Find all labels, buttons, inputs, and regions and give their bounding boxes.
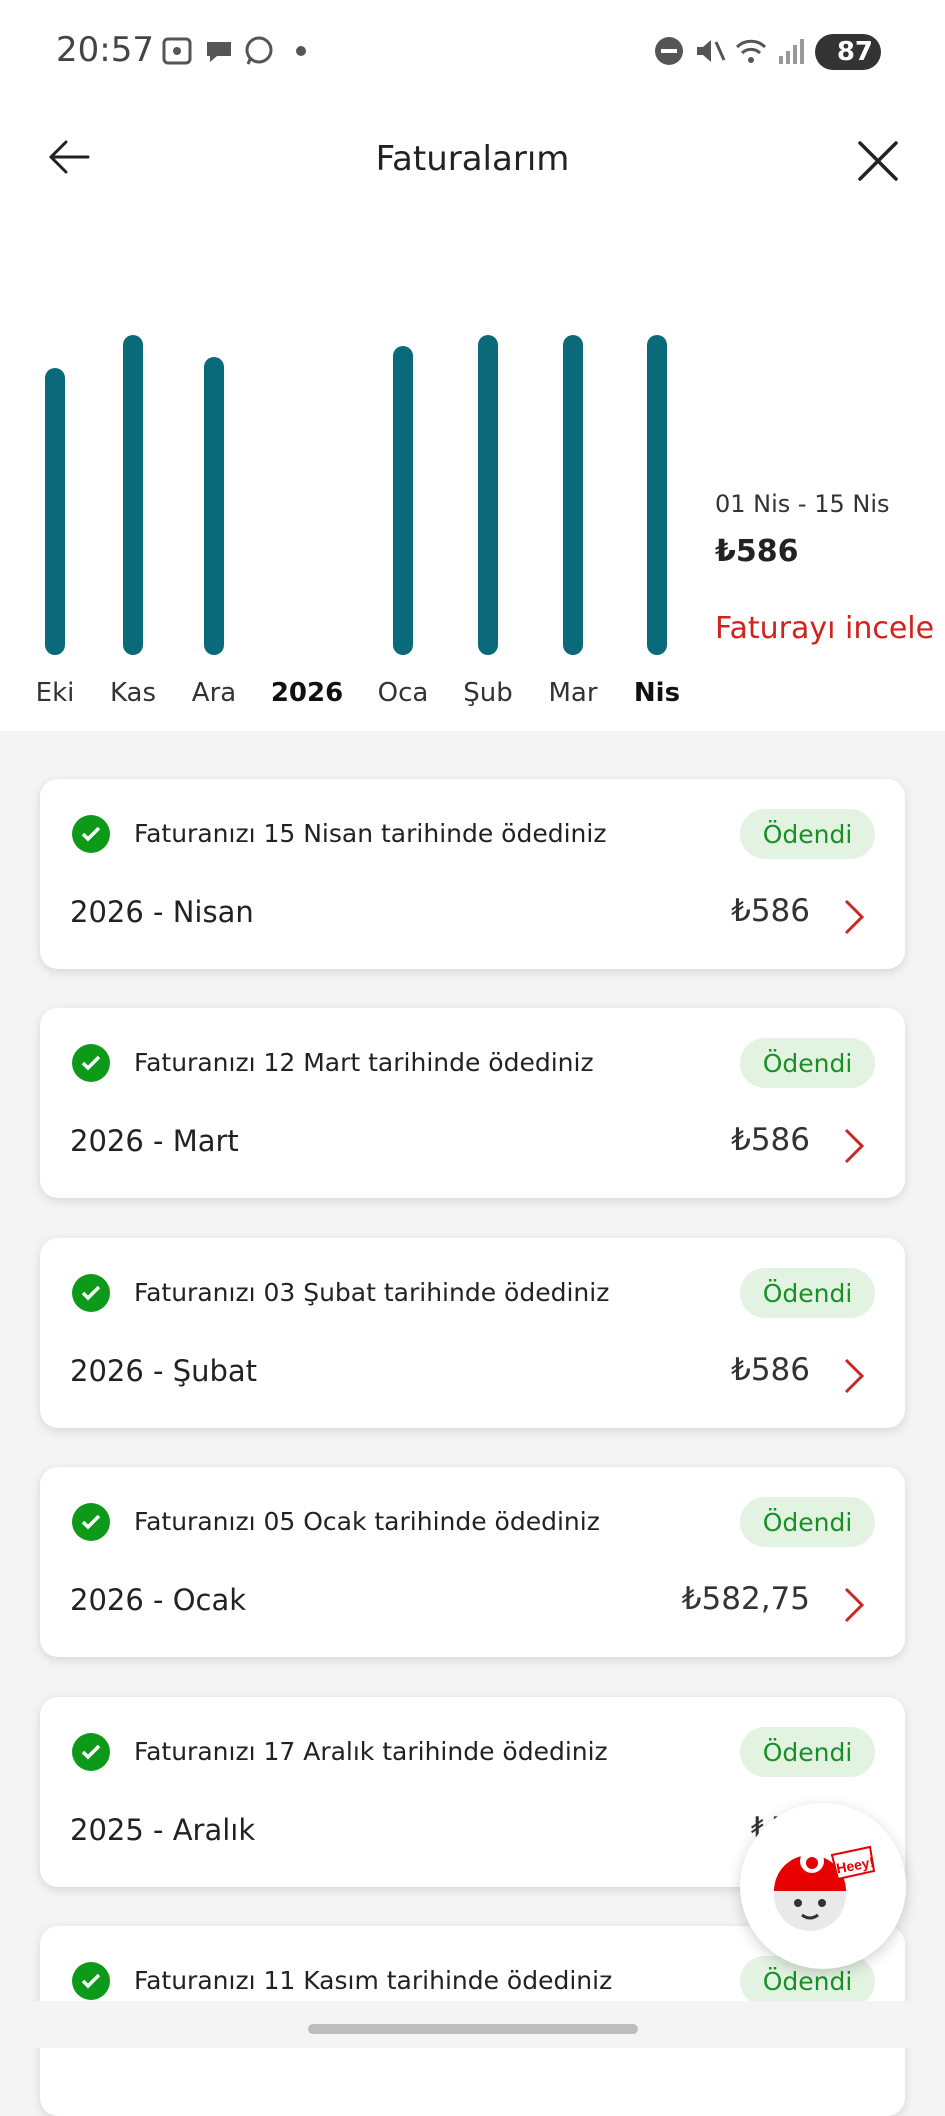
status-badge: Ödendi [740,1268,875,1318]
wifi-icon [735,39,767,63]
mute-icon [697,40,726,62]
bill-card[interactable]: Faturanızı 05 Ocak tarihinde ödediniz Öd… [40,1467,905,1657]
payment-message: Faturanızı 17 Aralık tarihinde ödediniz [134,1737,608,1766]
bill-amount: ₺586 [731,1352,810,1388]
chart-bar-kas[interactable] [123,335,143,655]
bill-period: 2026 - Ocak [70,1583,247,1617]
status-badge: Ödendi [740,1038,875,1088]
payment-message: Faturanızı 12 Mart tarihinde ödediniz [134,1048,594,1077]
chart-bar-ara[interactable] [204,357,224,655]
chevron-right-icon[interactable] [841,1126,867,1166]
chevron-right-icon[interactable] [841,1585,867,1625]
chart-tick-label[interactable]: Kas [88,678,178,708]
chart-bar-mar[interactable] [563,335,583,655]
payment-message: Faturanızı 15 Nisan tarihinde ödediniz [134,819,607,848]
status-badge: Ödendi [740,1497,875,1547]
battery-level: 87 [836,37,873,67]
bill-period: 2026 - Mart [70,1124,239,1158]
selected-period: 01 Nis - 15 Nis [715,490,890,518]
bill-card[interactable]: Faturanızı 03 Şubat tarihinde ödediniz Ö… [40,1238,905,1428]
chart-tick-label[interactable]: Mar [528,678,618,708]
close-icon[interactable] [852,135,904,187]
selected-period-summary: 01 Nis - 15 Nis ₺586 Faturayı incele [715,490,935,646]
whatsapp-icon [245,36,273,65]
signal-icon [779,39,804,64]
page-title: Faturalarım [375,139,570,179]
dnd-icon [655,37,683,65]
chart-bar-şub[interactable] [478,335,498,655]
chevron-right-icon[interactable] [841,897,867,937]
chart-tick-label: 2026 [270,678,344,708]
chart-tick-label[interactable]: Oca [358,678,448,708]
top-section: 20:57 87 Faturalarım Eki Kas Ara 2026 Oca Şub… [0,0,945,731]
assistant-mascot-icon: Heey! [774,1845,875,1931]
chart-tick-label[interactable]: Şub [443,678,533,708]
bill-amount: ₺586 [731,893,810,929]
check-icon [72,1733,110,1771]
check-icon [72,1274,110,1312]
home-indicator[interactable] [308,2024,638,2034]
check-icon [72,1044,110,1082]
status-time: 20:57 [56,30,154,70]
bill-period: 2025 - Aralık [70,1813,256,1847]
payment-message: Faturanızı 11 Kasım tarihinde ödediniz [134,1966,613,1995]
chart-bar-oca[interactable] [393,346,413,655]
status-badge: Ödendi [740,1727,875,1777]
assistant-button[interactable]: Heey! [740,1803,906,1969]
battery-indicator: 87 [815,34,881,70]
message-icon [207,42,231,62]
header: Faturalarım [0,105,945,215]
selected-amount: ₺586 [715,534,799,569]
screenshot-icon [162,37,192,65]
review-bill-link[interactable]: Faturayı incele [715,611,935,646]
status-badge: Ödendi [740,809,875,859]
bill-history-chart: Eki Kas Ara 2026 Oca Şub Mar Nis [0,300,700,720]
chart-tick-label[interactable]: Eki [10,678,100,708]
bill-card[interactable]: Faturanızı 15 Nisan tarihinde ödediniz Ö… [40,779,905,969]
check-icon [72,815,110,853]
check-icon [72,1503,110,1541]
bill-period: 2026 - Şubat [70,1354,258,1388]
bill-period: 2026 - Nisan [70,895,254,929]
chart-bar-eki[interactable] [45,368,65,655]
bill-card[interactable]: Faturanızı 12 Mart tarihinde ödediniz Öd… [40,1008,905,1198]
payment-message: Faturanızı 05 Ocak tarihinde ödediniz [134,1507,600,1536]
bill-amount: ₺586 [731,1122,810,1158]
bill-amount: ₺582,75 [681,1581,810,1617]
check-icon [72,1962,110,2000]
chart-tick-label[interactable]: Ara [169,678,259,708]
notification-dot-icon [296,46,306,56]
status-bar: 20:57 87 [0,0,945,105]
payment-message: Faturanızı 03 Şubat tarihinde ödediniz [134,1278,610,1307]
chart-bar-nis[interactable] [647,335,667,655]
chevron-right-icon[interactable] [841,1356,867,1396]
chart-tick-label[interactable]: Nis [612,678,702,708]
